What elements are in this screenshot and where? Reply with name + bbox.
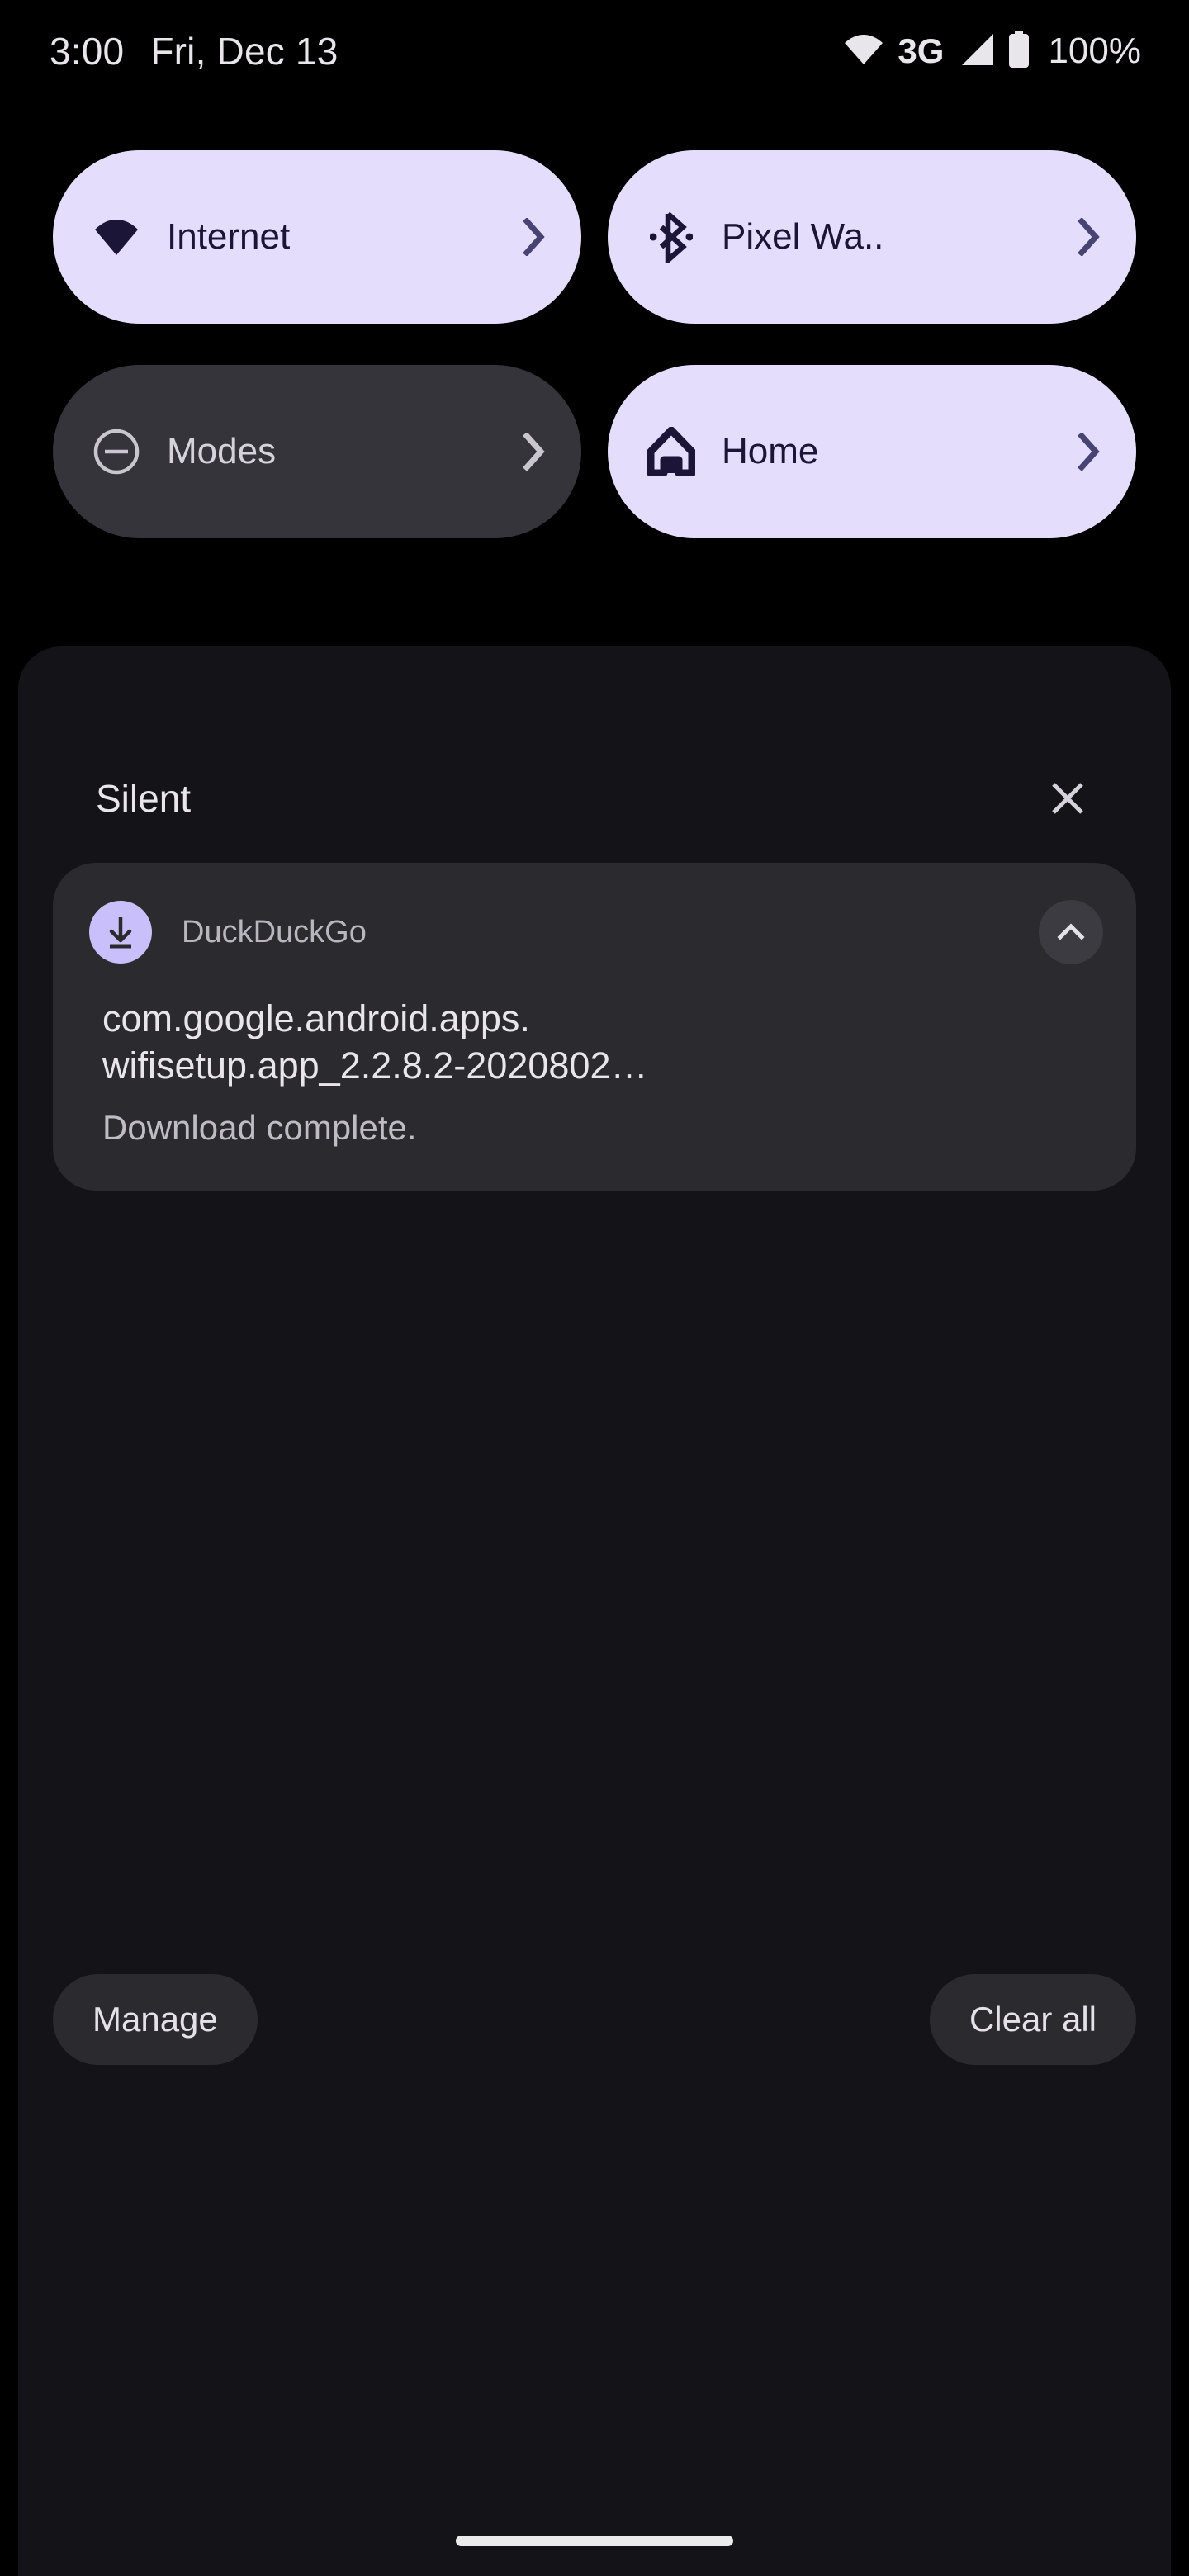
status-clock: 3:00 [50, 30, 125, 73]
qs-tile-internet[interactable]: Internet [53, 150, 581, 324]
network-type-label: 3G [898, 31, 945, 70]
home-icon [647, 427, 695, 476]
qs-tile-label-home: Home [722, 432, 819, 471]
qs-tile-label-internet: Internet [167, 217, 291, 257]
do-not-disturb-icon [92, 428, 140, 476]
battery-percent-label: 100% [1048, 31, 1141, 71]
notification-card-duckduckgo[interactable]: DuckDuckGo com.google.android.apps. wifi… [53, 863, 1136, 1191]
qs-tile-modes[interactable]: Modes [53, 365, 581, 538]
status-bar-right: 3G 100% [843, 30, 1141, 73]
manage-button[interactable]: Manage [53, 1974, 258, 2065]
chevron-right-icon[interactable] [1075, 430, 1103, 473]
notification-footer-actions: Manage Clear all [53, 1974, 1136, 2065]
bluetooth-icon [647, 211, 695, 263]
section-title-silent: Silent [96, 777, 192, 820]
chevron-right-icon[interactable] [1075, 215, 1103, 258]
qs-tile-pixel-watch[interactable]: Pixel Wa.. [608, 150, 1136, 324]
quick-settings-tile-grid: Internet Pixel Wa.. Modes Home [53, 150, 1136, 538]
notification-title-line-1: com.google.android.apps. [102, 997, 530, 1039]
notification-section-header: Silent [96, 772, 1093, 825]
cell-signal-icon [957, 32, 995, 71]
qs-tile-home[interactable]: Home [608, 365, 1136, 538]
battery-full-icon [1007, 30, 1031, 73]
clear-all-button[interactable]: Clear all [929, 1974, 1136, 2065]
status-bar: 3:00 Fri, Dec 13 3G 100% [0, 0, 1189, 102]
download-icon [89, 901, 152, 964]
notification-app-name: DuckDuckGo [182, 915, 367, 949]
notification-header-row: DuckDuckGo [89, 899, 1103, 965]
home-indicator[interactable] [456, 2536, 733, 2546]
chevron-right-icon[interactable] [520, 430, 548, 473]
qs-tile-label-pixel-watch: Pixel Wa.. [722, 217, 884, 257]
notification-shade-panel: Silent DuckDuckGo com.google.android.app… [18, 646, 1171, 2576]
status-bar-left: 3:00 Fri, Dec 13 [50, 32, 339, 70]
close-icon[interactable] [1042, 773, 1093, 824]
notification-title-line-2: wifisetup.app_2.2.8.2-2020802… [102, 1044, 648, 1087]
wifi-icon [843, 33, 884, 70]
status-date: Fri, Dec 13 [150, 30, 339, 73]
wifi-icon [92, 213, 140, 261]
notification-body-text: Download complete. [102, 1108, 417, 1148]
notification-title: com.google.android.apps. wifisetup.app_2… [102, 995, 990, 1089]
android-notification-shade-screen: 3:00 Fri, Dec 13 3G 100% Internet Pixel … [0, 0, 1189, 2576]
qs-tile-label-modes: Modes [167, 432, 277, 471]
chevron-up-icon[interactable] [1039, 900, 1103, 964]
chevron-right-icon[interactable] [520, 215, 548, 258]
